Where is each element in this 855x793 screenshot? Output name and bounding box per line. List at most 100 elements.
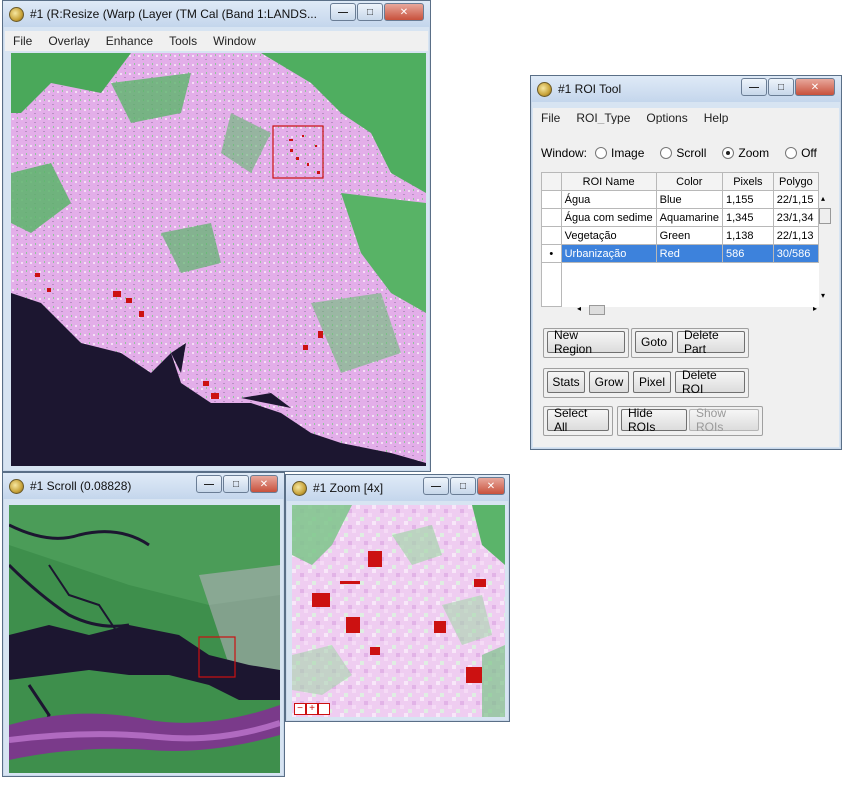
- image-window-menubar: File Overlay Enhance Tools Window: [5, 31, 428, 51]
- menu-help[interactable]: Help: [696, 111, 737, 125]
- envi-globe-icon: [9, 6, 24, 22]
- image-display-canvas[interactable]: [11, 53, 426, 466]
- menu-enhance[interactable]: Enhance: [98, 34, 161, 48]
- radio-scroll[interactable]: [660, 147, 673, 159]
- delete-roi-button[interactable]: Delete ROI: [675, 368, 745, 396]
- roi-name-cell[interactable]: Água: [560, 190, 657, 209]
- zoom-window-title: #1 Zoom [4x]: [313, 481, 384, 495]
- close-button[interactable]: ✕: [384, 3, 424, 21]
- maximize-button[interactable]: □: [768, 78, 794, 96]
- scroll-down-icon[interactable]: ▾: [821, 291, 825, 300]
- close-button[interactable]: ✕: [250, 475, 278, 493]
- envi-globe-icon: [292, 480, 307, 496]
- zoom-display-canvas[interactable]: − +: [292, 505, 505, 717]
- row-selector[interactable]: [541, 208, 562, 227]
- close-button[interactable]: ✕: [795, 78, 835, 96]
- roi-tool-title: #1 ROI Tool: [558, 82, 622, 96]
- select-all-button[interactable]: Select All: [547, 406, 609, 434]
- row-selector[interactable]: [541, 226, 562, 245]
- row-selector-active[interactable]: •: [541, 244, 562, 263]
- table-row[interactable]: Vegetação Green 1,138 22/1,13: [541, 226, 820, 245]
- roi-pixels-cell: 586: [721, 244, 774, 263]
- window-radio-group: Window: Image Scroll Zoom Off: [541, 146, 817, 160]
- menu-tools[interactable]: Tools: [161, 34, 205, 48]
- crosshair-toggle-icon[interactable]: [318, 703, 330, 715]
- menu-window[interactable]: Window: [205, 34, 264, 48]
- menu-roi-type[interactable]: ROI_Type: [568, 111, 638, 125]
- row-header-corner: [541, 172, 562, 191]
- table-vertical-scrollbar[interactable]: ▴ ▾: [819, 192, 831, 302]
- table-horizontal-scrollbar[interactable]: ◂ ▸: [567, 304, 819, 316]
- zoom-in-icon[interactable]: +: [306, 703, 318, 715]
- minimize-button[interactable]: —: [196, 475, 222, 493]
- roi-table: ROI Name Color Pixels Polygo Água Blue 1…: [541, 172, 820, 307]
- column-header-polygons[interactable]: Polygo: [772, 172, 820, 191]
- scroll-left-icon[interactable]: ◂: [577, 304, 581, 313]
- menu-options[interactable]: Options: [638, 111, 695, 125]
- roi-polygons-cell: 22/1,13: [772, 226, 820, 245]
- window-label: Window:: [541, 146, 588, 160]
- roi-tool-titlebar[interactable]: #1 ROI Tool — □ ✕: [531, 76, 841, 102]
- roi-name-cell[interactable]: Vegetação: [560, 226, 657, 245]
- close-button[interactable]: ✕: [477, 477, 505, 495]
- table-row-selected[interactable]: • Urbanização Red 586 30/586: [541, 244, 820, 263]
- roi-name-cell[interactable]: Urbanização: [560, 244, 657, 263]
- pixel-button[interactable]: Pixel: [633, 371, 671, 393]
- zoom-out-icon[interactable]: −: [294, 703, 306, 715]
- table-row[interactable]: Água com sedime Aquamarine 1,345 23/1,34: [541, 208, 820, 227]
- table-empty-row: [541, 262, 819, 307]
- zoom-window: #1 Zoom [4x] — □ ✕ − +: [285, 474, 510, 722]
- satellite-image: [11, 53, 426, 466]
- image-window: #1 (R:Resize (Warp (Layer (TM Cal (Band …: [2, 0, 431, 472]
- image-window-title: #1 (R:Resize (Warp (Layer (TM Cal (Band …: [30, 7, 317, 21]
- roi-polygons-cell: 22/1,15: [772, 190, 820, 209]
- radio-zoom-label: Zoom: [738, 146, 770, 160]
- row-selector[interactable]: [541, 190, 562, 209]
- scroll-window: #1 Scroll (0.08828) — □ ✕: [2, 472, 285, 777]
- menu-file[interactable]: File: [533, 111, 568, 125]
- scroll-up-icon[interactable]: ▴: [821, 194, 825, 203]
- goto-button[interactable]: Goto: [635, 331, 673, 353]
- image-window-titlebar[interactable]: #1 (R:Resize (Warp (Layer (TM Cal (Band …: [3, 1, 430, 27]
- maximize-button[interactable]: □: [357, 3, 383, 21]
- zoom-window-titlebar[interactable]: #1 Zoom [4x] — □ ✕: [286, 475, 509, 501]
- zoomed-image: [292, 505, 505, 717]
- radio-image[interactable]: [595, 147, 608, 159]
- maximize-button[interactable]: □: [450, 477, 476, 495]
- radio-off[interactable]: [785, 147, 798, 159]
- scrollbar-thumb[interactable]: [589, 305, 605, 315]
- column-header-roi-name[interactable]: ROI Name: [560, 172, 657, 191]
- roi-polygons-cell: 23/1,34: [772, 208, 820, 227]
- radio-zoom[interactable]: [722, 147, 735, 159]
- roi-color-cell[interactable]: Blue: [655, 190, 723, 209]
- roi-color-cell[interactable]: Aquamarine: [655, 208, 723, 227]
- scroll-right-icon[interactable]: ▸: [813, 304, 817, 313]
- scroll-display-canvas[interactable]: [9, 505, 280, 773]
- roi-pixels-cell: 1,155: [721, 190, 774, 209]
- roi-pixels-cell: 1,345: [721, 208, 774, 227]
- minimize-button[interactable]: —: [741, 78, 767, 96]
- roi-polygons-cell: 30/586: [772, 244, 820, 263]
- roi-color-cell[interactable]: Red: [655, 244, 723, 263]
- roi-color-cell[interactable]: Green: [655, 226, 723, 245]
- scroll-window-titlebar[interactable]: #1 Scroll (0.08828) — □ ✕: [3, 473, 284, 499]
- delete-part-button[interactable]: Delete Part: [677, 328, 745, 356]
- envi-globe-icon: [9, 478, 24, 494]
- radio-off-label: Off: [801, 146, 817, 160]
- grow-button[interactable]: Grow: [589, 371, 629, 393]
- roi-name-cell[interactable]: Água com sedime: [560, 208, 657, 227]
- stats-button[interactable]: Stats: [547, 371, 585, 393]
- radio-scroll-label: Scroll: [676, 146, 707, 160]
- menu-overlay[interactable]: Overlay: [40, 34, 97, 48]
- column-header-pixels[interactable]: Pixels: [721, 172, 774, 191]
- minimize-button[interactable]: —: [423, 477, 449, 495]
- menu-file[interactable]: File: [5, 34, 40, 48]
- column-header-color[interactable]: Color: [655, 172, 723, 191]
- new-region-button[interactable]: New Region: [547, 328, 625, 356]
- scrollbar-thumb[interactable]: [819, 208, 831, 224]
- roi-table-header: ROI Name Color Pixels Polygo: [541, 172, 820, 191]
- minimize-button[interactable]: —: [330, 3, 356, 21]
- table-row[interactable]: Água Blue 1,155 22/1,15: [541, 190, 820, 209]
- maximize-button[interactable]: □: [223, 475, 249, 493]
- hide-rois-button[interactable]: Hide ROIs: [621, 406, 687, 434]
